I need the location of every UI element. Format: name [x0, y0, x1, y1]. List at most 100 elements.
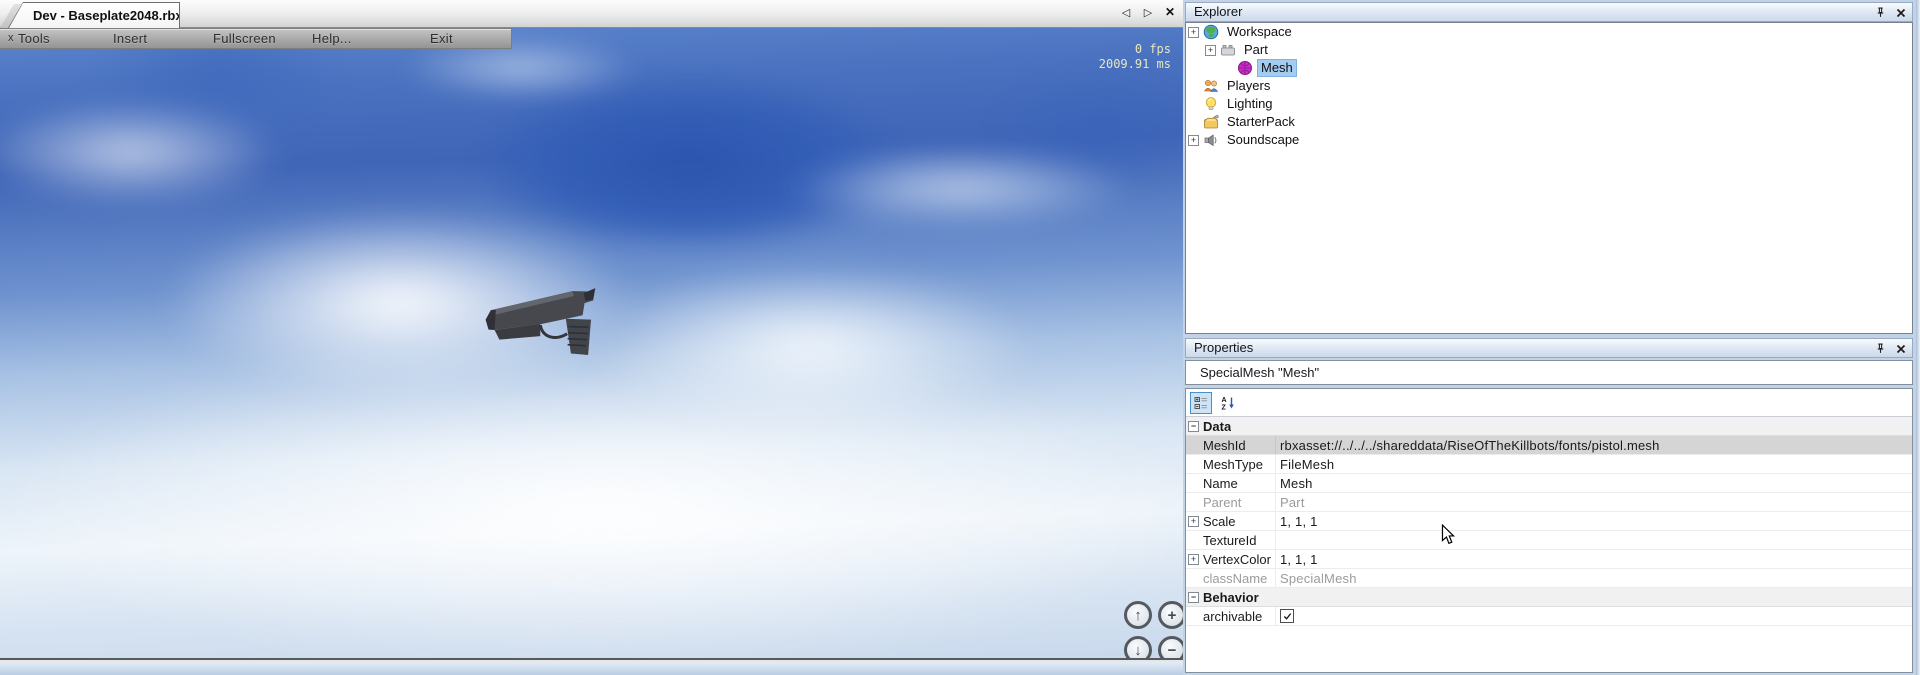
document-tab-label: Dev - Baseplate2048.rbxl — [9, 3, 179, 28]
tree-item-label: Part — [1241, 42, 1271, 58]
pistol-mesh[interactable] — [479, 276, 625, 366]
expand-toggle-icon[interactable]: − — [1188, 421, 1199, 432]
tree-item-label: Mesh — [1258, 60, 1296, 76]
screenshot-root: Dev - Baseplate2048.rbxl ◁ ▷ ✕ — [0, 0, 1920, 675]
property-row-meshtype[interactable]: MeshTypeFileMesh — [1186, 455, 1912, 474]
tree-item-part[interactable]: + Part — [1186, 41, 1912, 59]
tree-item-label: Players — [1224, 78, 1273, 94]
zoom-in-button[interactable]: + — [1158, 601, 1183, 629]
tab-scroll-right-icon[interactable]: ▷ — [1141, 5, 1155, 19]
pin-icon[interactable] — [1874, 6, 1887, 19]
section-row-data[interactable]: −Data — [1186, 417, 1912, 436]
menu-item-tools[interactable]: Tools — [18, 29, 50, 48]
property-value[interactable]: SpecialMesh — [1275, 569, 1912, 587]
properties-title: Properties — [1194, 340, 1253, 355]
archivable-checkbox[interactable] — [1280, 609, 1294, 623]
property-value[interactable]: Part — [1275, 493, 1912, 511]
properties-toolbar: A Z — [1186, 389, 1912, 417]
workspace-icon — [1203, 24, 1219, 40]
pin-icon[interactable] — [1874, 342, 1887, 355]
close-icon[interactable] — [1894, 342, 1907, 355]
property-value[interactable] — [1275, 531, 1912, 549]
expand-toggle-icon[interactable]: + — [1188, 27, 1199, 38]
starterpack-icon — [1203, 114, 1219, 130]
menu-bar: x Tools Insert Fullscreen Help... Exit — [0, 28, 512, 49]
tree-item-label: StarterPack — [1224, 114, 1298, 130]
categorized-view-icon[interactable] — [1190, 392, 1212, 414]
cloud-layer — [740, 138, 1180, 238]
tree-item-players[interactable]: Players — [1186, 77, 1912, 95]
zoom-out-button[interactable]: − — [1158, 636, 1183, 660]
explorer-panel-header: Explorer — [1185, 2, 1913, 22]
document-tab[interactable]: Dev - Baseplate2048.rbxl — [8, 2, 180, 28]
section-row-behavior[interactable]: −Behavior — [1186, 588, 1912, 607]
properties-grid: −DataMeshIdrbxasset://../../../shareddat… — [1186, 417, 1912, 626]
lighting-icon — [1203, 96, 1219, 112]
property-name: Data — [1203, 419, 1231, 434]
mesh-icon — [1237, 60, 1253, 76]
property-row-textureid[interactable]: TextureId — [1186, 531, 1912, 550]
tilt-up-button[interactable]: ↑ — [1124, 601, 1152, 629]
property-value[interactable]: FileMesh — [1275, 455, 1912, 473]
menu-item-exit[interactable]: Exit — [430, 29, 453, 48]
3d-viewport[interactable]: x Tools Insert Fullscreen Help... Exit 0 fps… — [0, 28, 1183, 660]
property-name: Behavior — [1203, 590, 1259, 605]
close-icon[interactable] — [1894, 6, 1907, 19]
property-name: MeshType — [1203, 457, 1275, 472]
expand-toggle-icon[interactable]: + — [1205, 45, 1216, 56]
tree-item-workspace[interactable]: +Workspace — [1186, 23, 1912, 41]
property-row-vertexcolor[interactable]: +VertexColor1, 1, 1 — [1186, 550, 1912, 569]
svg-text:A: A — [1222, 397, 1227, 404]
tree-item-label: Soundscape — [1224, 132, 1302, 148]
property-row-name[interactable]: NameMesh — [1186, 474, 1912, 493]
explorer-title: Explorer — [1194, 4, 1242, 19]
expand-toggle-icon[interactable]: − — [1188, 592, 1199, 603]
tree-item-label: Lighting — [1224, 96, 1276, 112]
property-row-scale[interactable]: + Scale1, 1, 1 — [1186, 512, 1912, 531]
players-icon — [1203, 78, 1219, 94]
cloud-layer — [0, 328, 1183, 660]
properties-panel-header: Properties — [1185, 338, 1913, 358]
menu-item-fullscreen[interactable]: Fullscreen — [213, 29, 276, 48]
mdi-window-controls: ◁ ▷ ✕ — [1119, 5, 1177, 19]
tree-item-starterpack[interactable]: StarterPack — [1186, 113, 1912, 131]
property-value[interactable] — [1275, 607, 1912, 625]
cloud-layer — [430, 58, 950, 268]
expand-toggle-icon[interactable]: + — [1188, 135, 1199, 146]
document-tab-bar: Dev - Baseplate2048.rbxl ◁ ▷ ✕ — [0, 0, 1183, 28]
property-value[interactable]: 1, 1, 1 — [1275, 512, 1912, 530]
property-name: Parent — [1203, 495, 1275, 510]
selected-object-label: SpecialMesh "Mesh" — [1185, 360, 1913, 385]
tab-scroll-left-icon[interactable]: ◁ — [1119, 5, 1133, 19]
property-name: MeshId — [1203, 438, 1275, 453]
studio-document-window: Dev - Baseplate2048.rbxl ◁ ▷ ✕ — [0, 0, 1183, 662]
expand-toggle-icon[interactable]: + — [1188, 554, 1199, 565]
alphabetical-sort-icon[interactable]: A Z — [1217, 392, 1239, 414]
property-row-parent[interactable]: ParentPart — [1186, 493, 1912, 512]
property-row-meshid[interactable]: MeshIdrbxasset://../../../shareddata/Ris… — [1186, 436, 1912, 455]
cloud-layer — [0, 88, 320, 218]
tree-item-soundscape[interactable]: + Soundscape — [1186, 131, 1912, 149]
window-close-icon[interactable]: ✕ — [1163, 5, 1177, 19]
tilt-down-button[interactable]: ↓ — [1124, 636, 1152, 660]
property-value[interactable]: rbxasset://../../../shareddata/RiseOfThe… — [1275, 436, 1912, 454]
property-name: archivable — [1203, 609, 1275, 624]
part-icon — [1220, 42, 1236, 58]
window-right-frame — [1916, 0, 1920, 675]
menu-item-insert[interactable]: Insert — [113, 29, 147, 48]
property-row-archivable[interactable]: archivable — [1186, 607, 1912, 626]
property-name: Scale — [1203, 514, 1275, 529]
cloud-layer — [960, 58, 1183, 208]
property-name: Name — [1203, 476, 1275, 491]
fps-value: 0 fps — [1099, 42, 1171, 57]
tree-item-lighting[interactable]: Lighting — [1186, 95, 1912, 113]
property-value[interactable]: Mesh — [1275, 474, 1912, 492]
property-row-classname[interactable]: classNameSpecialMesh — [1186, 569, 1912, 588]
soundscape-icon — [1203, 132, 1219, 148]
property-value[interactable]: 1, 1, 1 — [1275, 550, 1912, 568]
tree-item-mesh[interactable]: Mesh — [1186, 59, 1912, 77]
frame-time-value: 2009.91 ms — [1099, 57, 1171, 72]
menu-item-help[interactable]: Help... — [312, 29, 352, 48]
expand-toggle-icon[interactable]: + — [1188, 516, 1199, 527]
toolbar-close-icon[interactable]: x — [8, 29, 14, 48]
